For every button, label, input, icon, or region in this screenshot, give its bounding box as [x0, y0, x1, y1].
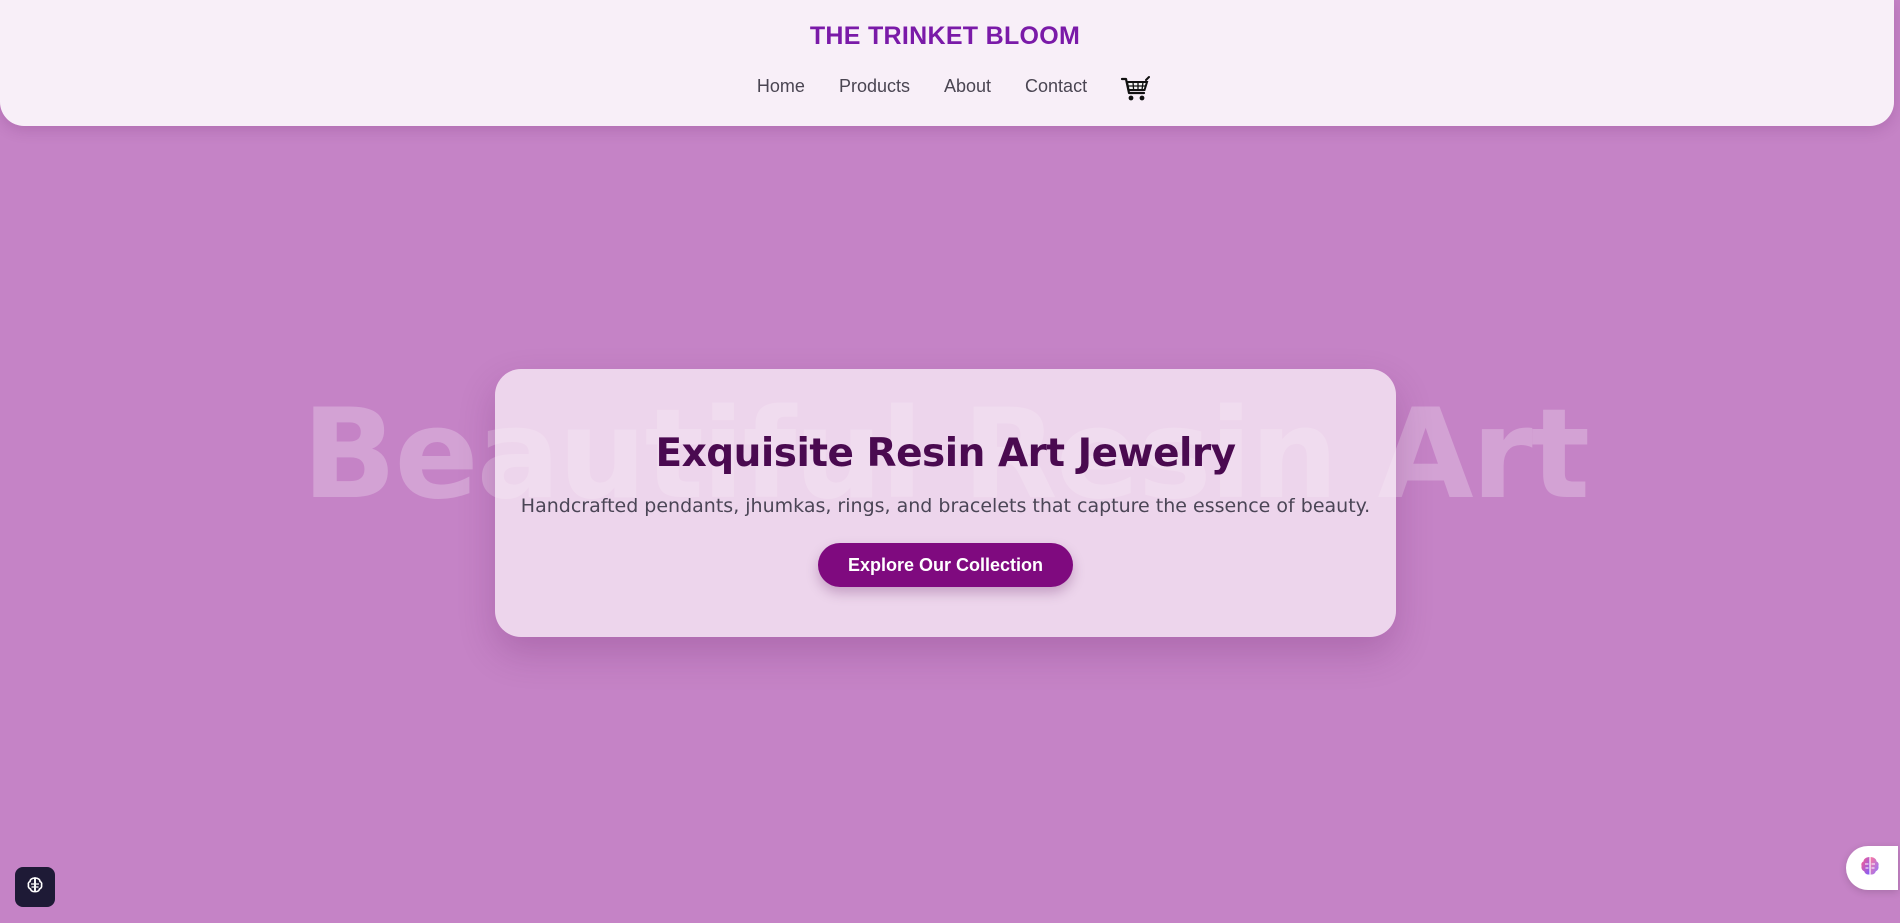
- nav-home[interactable]: Home: [757, 76, 805, 97]
- shopping-cart-icon[interactable]: [1120, 74, 1151, 104]
- assistant-launcher-button[interactable]: [15, 867, 55, 907]
- hero-card: Exquisite Resin Art Jewelry Handcrafted …: [495, 369, 1396, 637]
- assistant-side-tab[interactable]: [1846, 846, 1898, 890]
- hero-title: Exquisite Resin Art Jewelry: [655, 431, 1236, 476]
- brain-icon: [1858, 854, 1882, 882]
- nav-about[interactable]: About: [944, 76, 991, 97]
- nav-contact[interactable]: Contact: [1025, 76, 1087, 97]
- main-nav: Home Products About Contact: [0, 68, 1890, 104]
- explore-collection-button[interactable]: Explore Our Collection: [817, 543, 1074, 587]
- hero-subtitle: Handcrafted pendants, jhumkas, rings, an…: [520, 495, 1371, 517]
- brain-icon: [26, 876, 44, 898]
- nav-products[interactable]: Products: [839, 76, 910, 97]
- brand-logo[interactable]: THE TRINKET BLOOM: [0, 22, 1890, 51]
- site-header: THE TRINKET BLOOM Home Products About Co…: [0, 0, 1894, 126]
